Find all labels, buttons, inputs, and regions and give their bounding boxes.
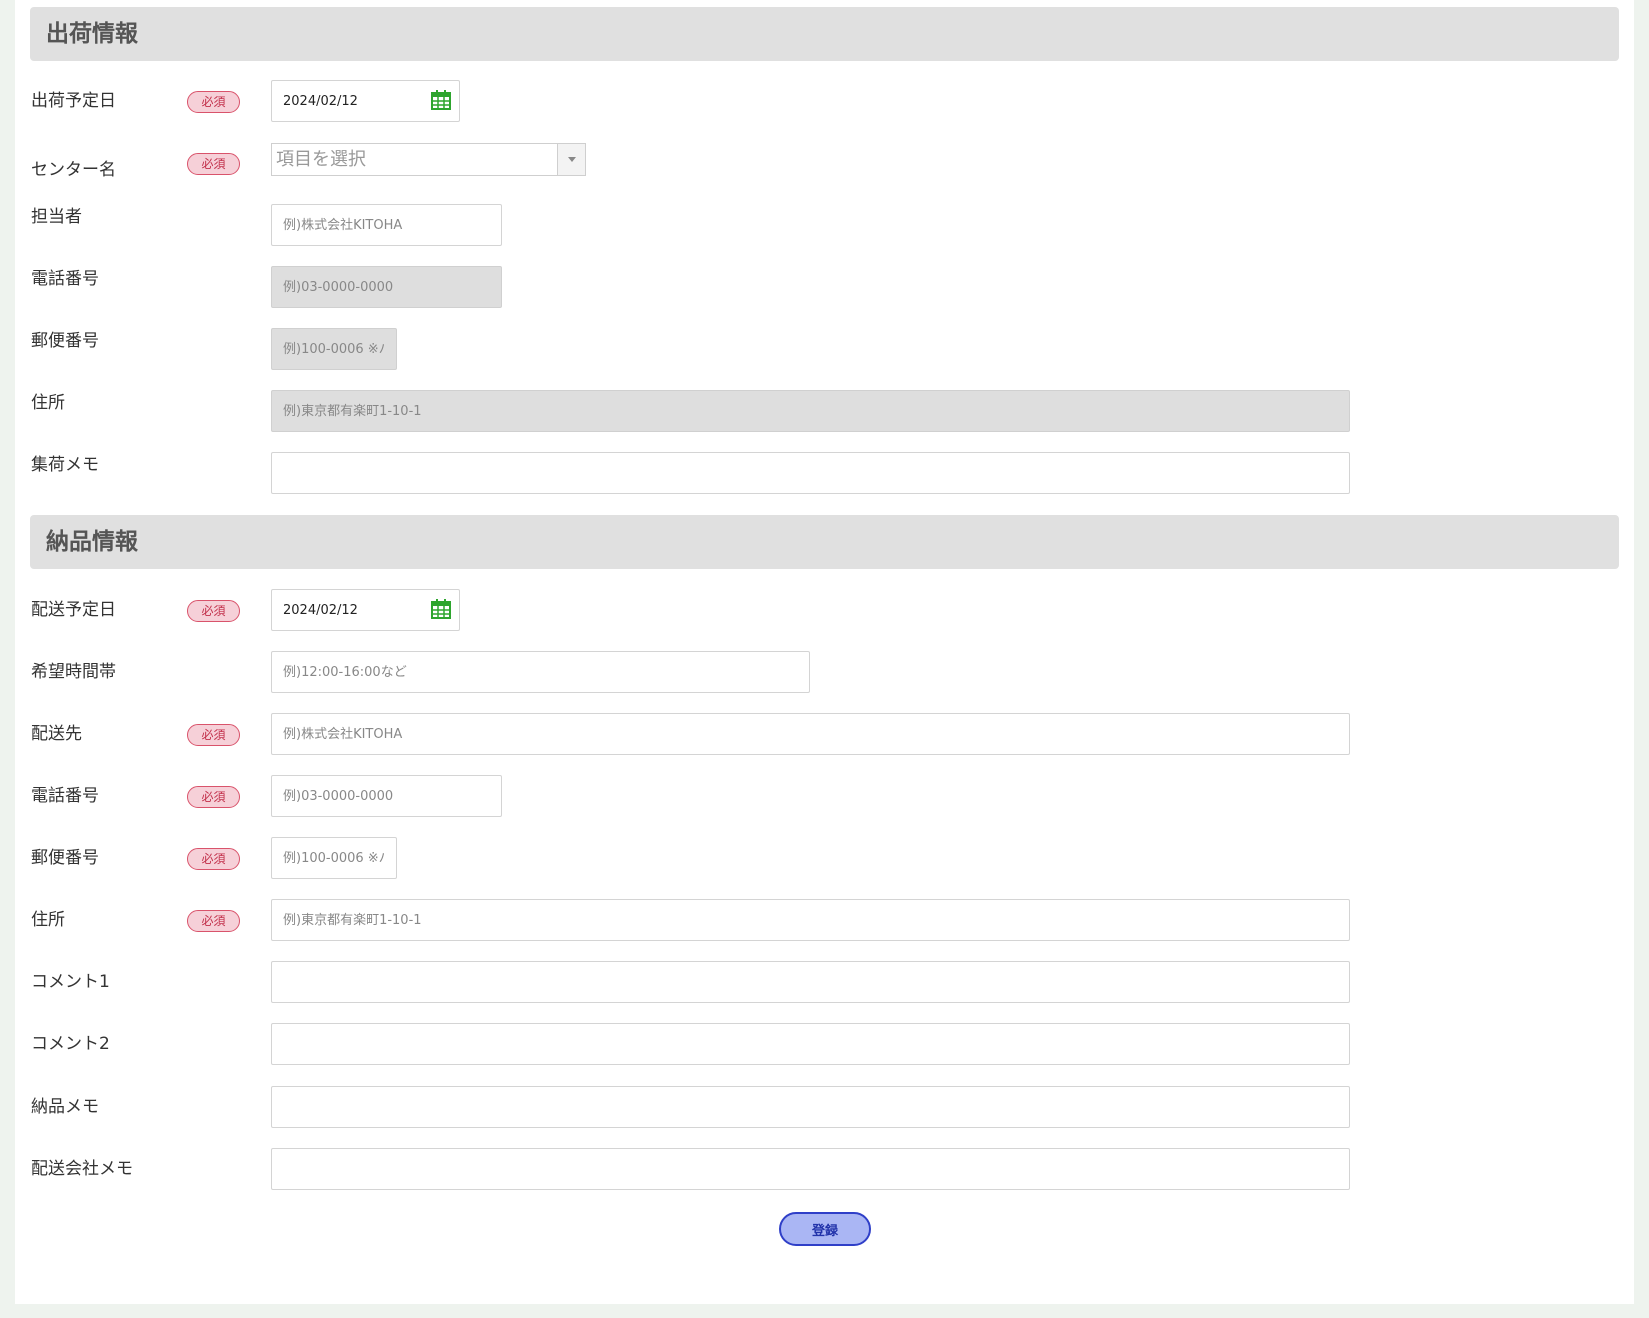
shipping-address-row: 住所 (0, 390, 1649, 432)
delivery-memo-input[interactable] (271, 1086, 1350, 1128)
delivery-memo-row: 納品メモ (0, 1086, 1649, 1128)
shipping-phone-label: 電話番号 (31, 269, 99, 289)
comment1-input[interactable] (271, 961, 1350, 1003)
delivery-phone-label: 電話番号 (31, 786, 99, 806)
register-button[interactable]: 登録 (779, 1212, 871, 1246)
required-badge: 必須 (187, 724, 240, 746)
required-badge: 必須 (187, 910, 240, 932)
center-name-select[interactable]: 項目を選択 (271, 143, 586, 176)
pickup-memo-row: 集荷メモ (0, 452, 1649, 494)
shipping-address-label: 住所 (31, 393, 65, 413)
time-slot-row: 希望時間帯 (0, 651, 1649, 693)
shipping-postal-input[interactable] (271, 328, 397, 370)
delivery-date-row: 配送予定日 必須 (0, 589, 1649, 631)
carrier-memo-row: 配送会社メモ (0, 1148, 1649, 1190)
delivery-date-label: 配送予定日 (31, 600, 116, 620)
center-name-label: センター名 (31, 160, 116, 180)
delivery-memo-label: 納品メモ (31, 1097, 99, 1117)
time-slot-input[interactable] (271, 651, 810, 693)
pickup-memo-input[interactable] (271, 452, 1350, 494)
person-input[interactable] (271, 204, 502, 246)
person-label: 担当者 (31, 207, 82, 227)
destination-label: 配送先 (31, 724, 82, 744)
delivery-postal-row: 郵便番号 必須 (0, 837, 1649, 879)
shipping-postal-label: 郵便番号 (31, 331, 99, 351)
required-badge: 必須 (187, 91, 240, 113)
shipping-address-input[interactable] (271, 390, 1350, 432)
required-badge: 必須 (187, 153, 240, 175)
destination-input[interactable] (271, 713, 1350, 755)
delivery-postal-label: 郵便番号 (31, 848, 99, 868)
shipping-postal-row: 郵便番号 (0, 328, 1649, 370)
person-row: 担当者 (0, 204, 1649, 246)
required-badge: 必須 (187, 600, 240, 622)
delivery-address-input[interactable] (271, 899, 1350, 941)
shipping-phone-input[interactable] (271, 266, 502, 308)
carrier-memo-input[interactable] (271, 1148, 1350, 1190)
delivery-section-header: 納品情報 (30, 515, 1619, 569)
required-badge: 必須 (187, 786, 240, 808)
comment2-input[interactable] (271, 1023, 1350, 1065)
delivery-postal-input[interactable] (271, 837, 397, 879)
carrier-memo-label: 配送会社メモ (31, 1159, 133, 1179)
delivery-phone-row: 電話番号 必須 (0, 775, 1649, 817)
ship-date-row: 出荷予定日 必須 (0, 80, 1649, 122)
delivery-date-picker (271, 589, 460, 631)
ship-date-picker (271, 80, 460, 122)
center-name-select-placeholder: 項目を選択 (276, 149, 366, 170)
ship-date-label: 出荷予定日 (31, 91, 116, 111)
delivery-address-label: 住所 (31, 910, 65, 930)
chevron-down-icon[interactable] (557, 144, 585, 175)
calendar-icon[interactable] (430, 89, 452, 111)
comment1-row: コメント1 (0, 961, 1649, 1003)
time-slot-label: 希望時間帯 (31, 662, 116, 682)
required-badge: 必須 (187, 848, 240, 870)
shipping-section-header: 出荷情報 (30, 7, 1619, 61)
pickup-memo-label: 集荷メモ (31, 455, 99, 475)
calendar-icon[interactable] (430, 598, 452, 620)
comment2-label: コメント2 (31, 1034, 110, 1054)
delivery-address-row: 住所 必須 (0, 899, 1649, 941)
delivery-phone-input[interactable] (271, 775, 502, 817)
destination-row: 配送先 必須 (0, 713, 1649, 755)
center-name-row: センター名 必須 項目を選択 (0, 142, 1649, 184)
comment2-row: コメント2 (0, 1023, 1649, 1065)
shipping-phone-row: 電話番号 (0, 266, 1649, 308)
comment1-label: コメント1 (31, 972, 110, 992)
